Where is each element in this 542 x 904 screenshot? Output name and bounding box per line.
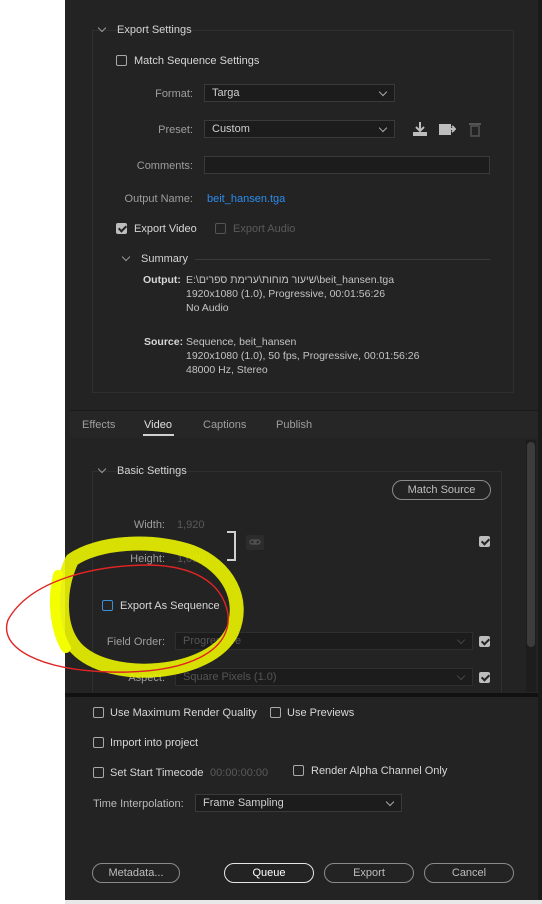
annotation-overlay <box>5 536 244 678</box>
